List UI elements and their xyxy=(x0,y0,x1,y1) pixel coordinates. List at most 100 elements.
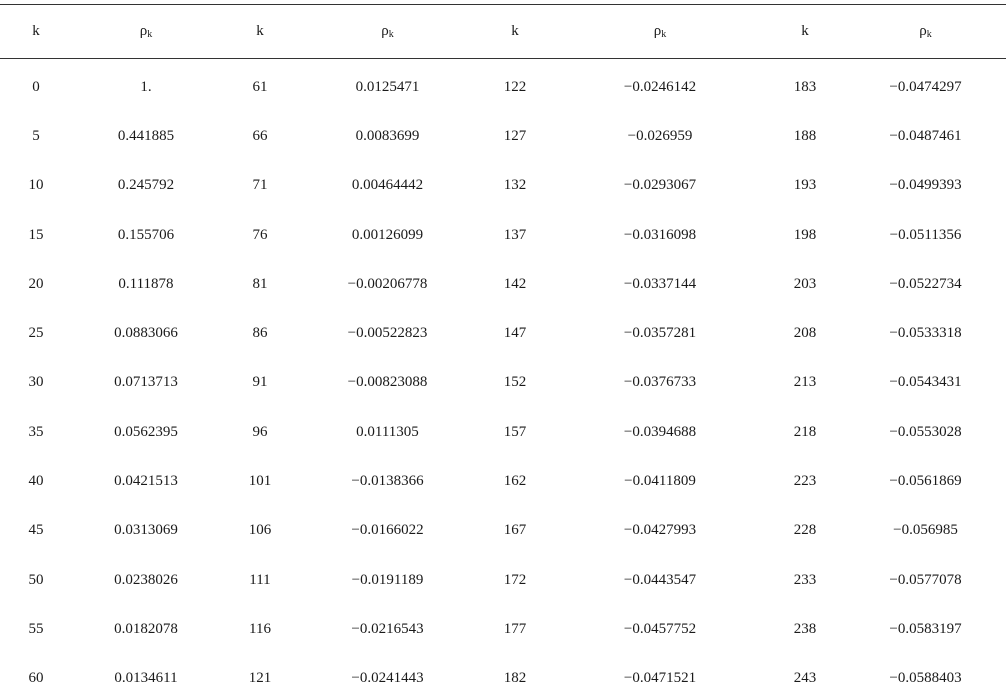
cell-rho-3: −0.0337144 xyxy=(555,256,765,305)
table-row: 200.11187881−0.00206778142−0.0337144203−… xyxy=(0,256,1006,305)
cell-k-4: 193 xyxy=(765,157,845,206)
table-row: 01.610.0125471122−0.0246142183−0.0474297 xyxy=(0,59,1006,108)
cell-rho-1: 0.0238026 xyxy=(72,551,220,600)
cell-k-3: 152 xyxy=(475,354,555,403)
cell-k-1: 35 xyxy=(0,404,72,453)
cell-k-1: 40 xyxy=(0,453,72,502)
cell-rho-3: −0.0376733 xyxy=(555,354,765,403)
cell-rho-2: −0.0138366 xyxy=(300,453,475,502)
cell-rho-1: 0.0883066 xyxy=(72,305,220,354)
cell-k-2: 116 xyxy=(220,601,300,650)
table-row: 150.155706760.00126099137−0.0316098198−0… xyxy=(0,206,1006,255)
cell-k-1: 0 xyxy=(0,59,72,108)
cell-rho-1: 0.0182078 xyxy=(72,601,220,650)
table-row: 250.088306686−0.00522823147−0.0357281208… xyxy=(0,305,1006,354)
autocorrelation-table: k ρk k ρk k ρk k ρk 01.610.0125471122−0.… xyxy=(0,4,1006,699)
table-body: 01.610.0125471122−0.0246142183−0.0474297… xyxy=(0,59,1006,699)
cell-rho-4: −0.0543431 xyxy=(845,354,1006,403)
cell-rho-4: −0.0487461 xyxy=(845,108,1006,157)
cell-rho-1: 0.0421513 xyxy=(72,453,220,502)
cell-rho-3: −0.0427993 xyxy=(555,502,765,551)
cell-rho-4: −0.0511356 xyxy=(845,206,1006,255)
cell-k-3: 167 xyxy=(475,502,555,551)
cell-k-1: 20 xyxy=(0,256,72,305)
cell-k-4: 223 xyxy=(765,453,845,502)
table-row: 300.071371391−0.00823088152−0.0376733213… xyxy=(0,354,1006,403)
header-rho-4: ρk xyxy=(845,5,1006,59)
cell-k-3: 162 xyxy=(475,453,555,502)
cell-k-2: 61 xyxy=(220,59,300,108)
cell-rho-1: 0.441885 xyxy=(72,108,220,157)
cell-k-2: 111 xyxy=(220,551,300,600)
table-row: 450.0313069106−0.0166022167−0.0427993228… xyxy=(0,502,1006,551)
cell-k-2: 86 xyxy=(220,305,300,354)
cell-k-2: 91 xyxy=(220,354,300,403)
cell-rho-4: −0.0583197 xyxy=(845,601,1006,650)
cell-k-3: 172 xyxy=(475,551,555,600)
cell-k-4: 233 xyxy=(765,551,845,600)
cell-rho-4: −0.0553028 xyxy=(845,404,1006,453)
table-row: 350.0562395960.0111305157−0.0394688218−0… xyxy=(0,404,1006,453)
cell-k-1: 30 xyxy=(0,354,72,403)
header-rho-3: ρk xyxy=(555,5,765,59)
cell-rho-2: −0.0241443 xyxy=(300,650,475,699)
cell-k-4: 208 xyxy=(765,305,845,354)
cell-rho-4: −0.0577078 xyxy=(845,551,1006,600)
header-k-1: k xyxy=(0,5,72,59)
header-rho-2: ρk xyxy=(300,5,475,59)
cell-rho-3: −0.0293067 xyxy=(555,157,765,206)
cell-k-3: 132 xyxy=(475,157,555,206)
cell-rho-2: −0.0191189 xyxy=(300,551,475,600)
cell-rho-3: −0.0443547 xyxy=(555,551,765,600)
cell-k-3: 127 xyxy=(475,108,555,157)
cell-rho-1: 0.111878 xyxy=(72,256,220,305)
header-row: k ρk k ρk k ρk k ρk xyxy=(0,5,1006,59)
cell-k-2: 101 xyxy=(220,453,300,502)
table-row: 100.245792710.00464442132−0.0293067193−0… xyxy=(0,157,1006,206)
cell-k-1: 50 xyxy=(0,551,72,600)
cell-rho-1: 0.0713713 xyxy=(72,354,220,403)
cell-rho-4: −0.0474297 xyxy=(845,59,1006,108)
cell-k-4: 198 xyxy=(765,206,845,255)
cell-k-1: 55 xyxy=(0,601,72,650)
header-k-2: k xyxy=(220,5,300,59)
cell-rho-1: 0.0134611 xyxy=(72,650,220,699)
cell-rho-2: −0.00823088 xyxy=(300,354,475,403)
cell-k-3: 137 xyxy=(475,206,555,255)
cell-rho-3: −0.026959 xyxy=(555,108,765,157)
cell-rho-3: −0.0316098 xyxy=(555,206,765,255)
cell-rho-4: −0.0499393 xyxy=(845,157,1006,206)
table-row: 550.0182078116−0.0216543177−0.0457752238… xyxy=(0,601,1006,650)
cell-k-3: 147 xyxy=(475,305,555,354)
cell-k-3: 157 xyxy=(475,404,555,453)
cell-rho-1: 0.245792 xyxy=(72,157,220,206)
header-rho-1: ρk xyxy=(72,5,220,59)
cell-rho-4: −0.056985 xyxy=(845,502,1006,551)
cell-k-1: 25 xyxy=(0,305,72,354)
table-row: 50.441885660.0083699127−0.026959188−0.04… xyxy=(0,108,1006,157)
cell-rho-2: −0.00206778 xyxy=(300,256,475,305)
cell-k-4: 203 xyxy=(765,256,845,305)
cell-rho-3: −0.0246142 xyxy=(555,59,765,108)
cell-k-4: 188 xyxy=(765,108,845,157)
cell-k-3: 177 xyxy=(475,601,555,650)
table-header: k ρk k ρk k ρk k ρk xyxy=(0,5,1006,59)
header-k-4: k xyxy=(765,5,845,59)
cell-k-2: 106 xyxy=(220,502,300,551)
cell-k-4: 228 xyxy=(765,502,845,551)
cell-k-2: 71 xyxy=(220,157,300,206)
cell-k-2: 96 xyxy=(220,404,300,453)
cell-k-4: 213 xyxy=(765,354,845,403)
cell-rho-1: 0.0562395 xyxy=(72,404,220,453)
cell-rho-3: −0.0471521 xyxy=(555,650,765,699)
table-row: 600.0134611121−0.0241443182−0.0471521243… xyxy=(0,650,1006,699)
cell-rho-4: −0.0533318 xyxy=(845,305,1006,354)
autocorrelation-table-container: k ρk k ρk k ρk k ρk 01.610.0125471122−0.… xyxy=(0,0,1008,695)
header-k-3: k xyxy=(475,5,555,59)
cell-rho-2: −0.00522823 xyxy=(300,305,475,354)
cell-k-1: 15 xyxy=(0,206,72,255)
cell-rho-2: −0.0216543 xyxy=(300,601,475,650)
cell-rho-4: −0.0561869 xyxy=(845,453,1006,502)
cell-k-1: 10 xyxy=(0,157,72,206)
cell-k-3: 122 xyxy=(475,59,555,108)
